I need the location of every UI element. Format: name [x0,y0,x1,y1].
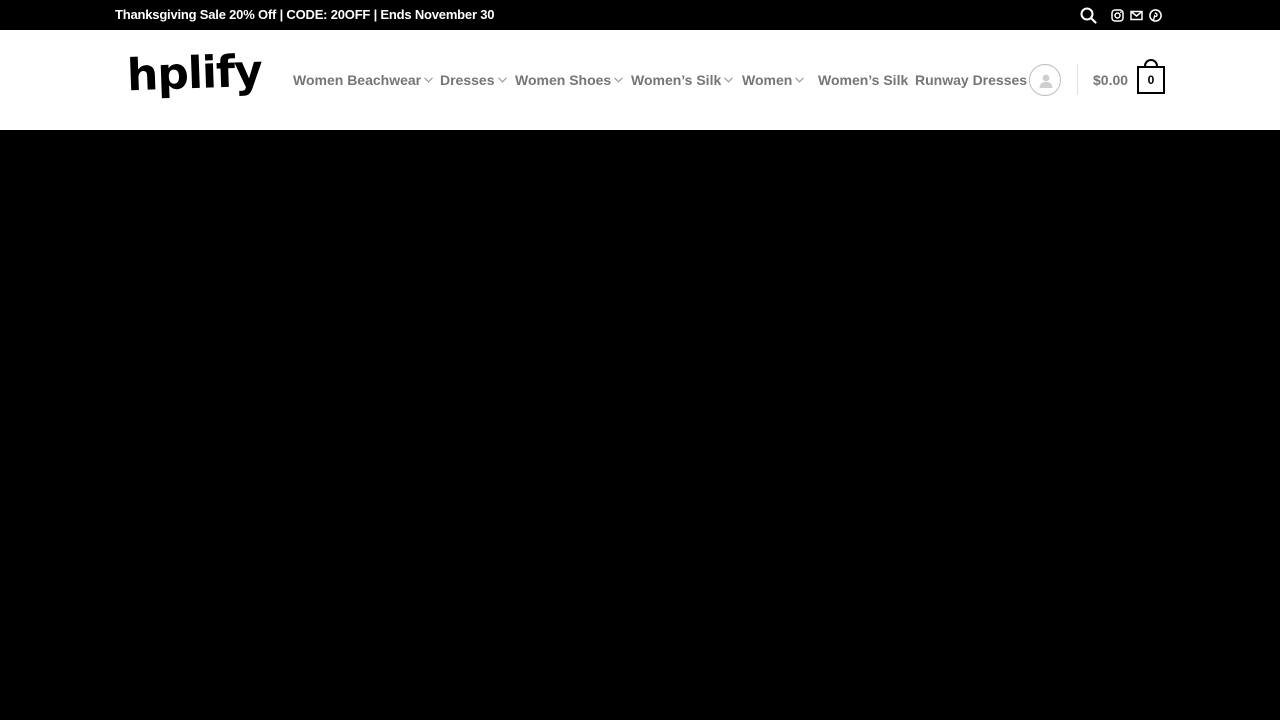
top-announcement-bar: Thanksgiving Sale 20% Off | CODE: 20OFF … [0,0,1280,30]
site-logo[interactable]: hplify [126,46,263,102]
chevron-down-icon [795,77,805,83]
pinterest-icon[interactable] [1149,6,1162,24]
email-icon[interactable] [1130,6,1143,24]
nav-item-runway-dresses[interactable]: Runway Dresses [915,30,1027,130]
cart-count-badge[interactable]: 0 [1137,66,1165,94]
hero-banner [0,130,1280,720]
nav-item-women-shoes[interactable]: Women Shoes [515,30,624,130]
nav-label: Women’s Silk [631,72,722,88]
site-header: hplify Women Beachwear Dresses Women Sho… [0,30,1280,130]
user-icon [1039,74,1053,88]
nav-label: Women Shoes [515,72,612,88]
nav-label: Dresses [440,72,495,88]
nav-label: Women’s Silk [818,72,909,88]
account-button[interactable] [1029,64,1061,96]
cart-total[interactable]: $0.00 [1093,72,1128,88]
chevron-down-icon [424,77,434,83]
nav-label: Runway Dresses [915,72,1028,88]
nav-item-dresses[interactable]: Dresses [440,30,507,130]
chevron-down-icon [497,77,507,83]
nav-label: Women [742,72,793,88]
nav-item-women-beachwear[interactable]: Women Beachwear [293,30,434,130]
nav-item-womens-silk[interactable]: Women’s Silk [631,30,734,130]
promo-banner-text: Thanksgiving Sale 20% Off | CODE: 20OFF … [115,7,495,22]
nav-item-womens-silk-2[interactable]: Women’s Silk [818,30,908,130]
header-divider [1077,64,1078,95]
nav-item-women[interactable]: Women [742,30,805,130]
nav-label: Women Beachwear [293,72,422,88]
instagram-icon[interactable] [1111,6,1124,24]
chevron-down-icon [724,77,734,83]
chevron-down-icon [614,77,624,83]
search-icon[interactable] [1080,6,1097,24]
